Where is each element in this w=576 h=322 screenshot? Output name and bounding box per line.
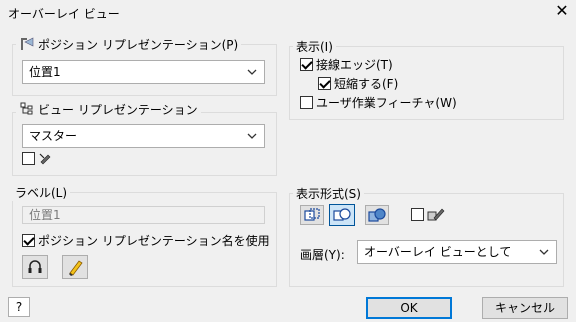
view-rep-value: マスター bbox=[29, 129, 78, 143]
view-rep-select[interactable]: マスター bbox=[22, 124, 265, 148]
associative-row bbox=[22, 151, 52, 165]
chevron-down-icon bbox=[536, 241, 552, 263]
shorten-row: 短縮する(F) bbox=[318, 76, 398, 91]
use-name-checkbox[interactable] bbox=[22, 234, 35, 247]
display-style-title: 表示形式(S) bbox=[293, 185, 364, 202]
style-hidden-line-button[interactable] bbox=[300, 205, 324, 225]
window-title: オーバーレイ ビュー bbox=[8, 7, 120, 21]
tangent-row: 接線エッジ(T) bbox=[300, 57, 393, 72]
style-shaded-button[interactable] bbox=[365, 205, 389, 225]
position-rep-select[interactable]: 位置1 bbox=[22, 60, 265, 84]
tangent-edges-checkbox[interactable] bbox=[300, 58, 313, 71]
style-visible-line-button[interactable] bbox=[329, 204, 355, 226]
tangent-edges-label: 接線エッジ(T) bbox=[316, 58, 393, 72]
label-field-value: 位置1 bbox=[29, 208, 61, 222]
chevron-down-icon bbox=[244, 125, 260, 147]
position-rep-icon bbox=[19, 36, 35, 52]
shaded-icon bbox=[366, 206, 388, 224]
position-rep-value: 位置1 bbox=[29, 65, 61, 79]
label-style-button[interactable] bbox=[62, 255, 88, 279]
close-button[interactable]: ✕ bbox=[552, 1, 572, 21]
visible-line-icon bbox=[330, 205, 354, 225]
position-rep-label: ポジション リプレゼンテーション(P) bbox=[38, 37, 239, 52]
pen-icon bbox=[63, 256, 87, 278]
shaded-pencil-icon bbox=[427, 206, 445, 222]
layer-select[interactable]: オーバーレイ ビューとして bbox=[357, 240, 557, 264]
label-group-title: ラベル(L) bbox=[12, 184, 71, 201]
view-rep-icon bbox=[19, 101, 35, 117]
chevron-down-icon bbox=[244, 61, 260, 83]
shorten-checkbox[interactable] bbox=[318, 77, 331, 90]
layer-value: オーバーレイ ビューとして bbox=[364, 245, 512, 259]
style-from-base-row bbox=[411, 206, 445, 222]
help-icon: ? bbox=[15, 300, 23, 314]
display-group-title: 表示(I) bbox=[293, 38, 336, 55]
user-work-features-checkbox[interactable] bbox=[300, 96, 313, 109]
ok-button[interactable]: OK bbox=[366, 297, 452, 319]
position-rep-header: ポジション リプレゼンテーション(P) bbox=[16, 36, 242, 52]
user-work-features-label: ユーザ作業フィーチャ(W) bbox=[316, 96, 457, 110]
cancel-button[interactable]: キャンセル bbox=[482, 297, 568, 319]
headphone-text-icon bbox=[23, 256, 47, 278]
layer-label: 画層(Y): bbox=[300, 248, 345, 262]
label-edit-button[interactable] bbox=[22, 255, 48, 279]
close-icon: ✕ bbox=[555, 1, 569, 20]
pencil-link-icon bbox=[38, 151, 52, 165]
associative-checkbox[interactable] bbox=[22, 151, 35, 165]
shorten-label: 短縮する(F) bbox=[334, 77, 399, 91]
view-rep-header: ビュー リプレゼンテーション bbox=[16, 101, 201, 117]
hidden-line-icon bbox=[301, 206, 323, 224]
label-field: 位置1 bbox=[22, 206, 265, 224]
help-button[interactable]: ? bbox=[8, 297, 30, 317]
use-name-row: ポジション リプレゼンテーション名を使用 bbox=[22, 233, 270, 248]
style-from-base-checkbox[interactable] bbox=[411, 207, 424, 221]
view-rep-label: ビュー リプレゼンテーション bbox=[38, 102, 198, 117]
use-name-label: ポジション リプレゼンテーション名を使用 bbox=[38, 234, 270, 248]
user-features-row: ユーザ作業フィーチャ(W) bbox=[300, 95, 457, 110]
